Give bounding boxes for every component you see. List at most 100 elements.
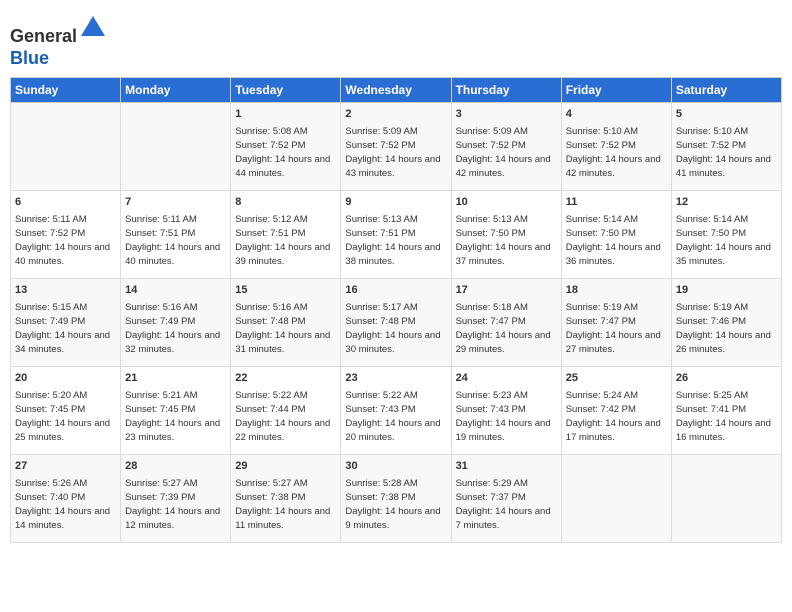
calendar-cell: 25Sunrise: 5:24 AM Sunset: 7:42 PM Dayli… [561, 367, 671, 455]
day-number: 26 [676, 371, 777, 386]
day-number: 17 [456, 283, 557, 298]
day-number: 11 [566, 195, 667, 210]
calendar-cell: 2 Sunrise: 5:09 AM Sunset: 7:52 PM Daylig… [341, 103, 451, 191]
calendar-cell: 8 Sunrise: 5:12 AM Sunset: 7:51 PM Daylig… [231, 191, 341, 279]
day-number: 2 [345, 107, 446, 122]
calendar-cell [121, 103, 231, 191]
calendar-cell: 31 Sunrise: 5:29 AM Sunset: 7:37 PM Dayli… [451, 455, 561, 543]
day-number: 3 [456, 107, 557, 122]
day-info: Sunrise: 5:26 AM Sunset: 7:40 PM Dayligh… [15, 478, 110, 531]
weekday-sunday: Sunday [11, 78, 121, 103]
day-info: Sunrise: 5:16 AM Sunset: 7:48 PM Dayligh… [235, 302, 330, 355]
calendar-cell: 13 Sunrise: 5:15 AM Sunset: 7:49 PM Dayli… [11, 279, 121, 367]
calendar-cell: 3 Sunrise: 5:09 AM Sunset: 7:52 PM Daylig… [451, 103, 561, 191]
logo: General Blue [10, 14, 107, 69]
week-row-3: 13 Sunrise: 5:15 AM Sunset: 7:49 PM Dayli… [11, 279, 782, 367]
calendar-cell [561, 455, 671, 543]
day-info: Sunrise: 5:11 AM Sunset: 7:52 PM Dayligh… [15, 214, 110, 267]
calendar-cell: 12 Sunrise: 5:14 AM Sunset: 7:50 PM Dayli… [671, 191, 781, 279]
calendar-cell [11, 103, 121, 191]
day-info: Sunrise: 5:23 AM Sunset: 7:43 PM Dayligh… [456, 390, 551, 443]
day-info: Sunrise: 5:27 AM Sunset: 7:38 PM Dayligh… [235, 478, 330, 531]
calendar-cell: 22 Sunrise: 5:22 AM Sunset: 7:44 PM Dayli… [231, 367, 341, 455]
calendar-cell: 20 Sunrise: 5:20 AM Sunset: 7:45 PM Dayli… [11, 367, 121, 455]
day-info: Sunrise: 5:18 AM Sunset: 7:47 PM Dayligh… [456, 302, 551, 355]
week-row-1: 1 Sunrise: 5:08 AM Sunset: 7:52 PM Daylig… [11, 103, 782, 191]
day-info: Sunrise: 5:10 AM Sunset: 7:52 PM Dayligh… [566, 126, 661, 179]
calendar-cell: 16Sunrise: 5:17 AM Sunset: 7:48 PM Dayli… [341, 279, 451, 367]
weekday-monday: Monday [121, 78, 231, 103]
day-number: 27 [15, 459, 116, 474]
calendar-cell: 9 Sunrise: 5:13 AM Sunset: 7:51 PM Daylig… [341, 191, 451, 279]
day-info: Sunrise: 5:19 AM Sunset: 7:46 PM Dayligh… [676, 302, 771, 355]
day-number: 8 [235, 195, 336, 210]
day-number: 20 [15, 371, 116, 386]
day-info: Sunrise: 5:14 AM Sunset: 7:50 PM Dayligh… [566, 214, 661, 267]
day-info: Sunrise: 5:27 AM Sunset: 7:39 PM Dayligh… [125, 478, 220, 531]
calendar-cell: 23 Sunrise: 5:22 AM Sunset: 7:43 PM Dayli… [341, 367, 451, 455]
calendar-cell: 27 Sunrise: 5:26 AM Sunset: 7:40 PM Dayli… [11, 455, 121, 543]
day-number: 10 [456, 195, 557, 210]
day-number: 1 [235, 107, 336, 122]
day-number: 31 [456, 459, 557, 474]
day-info: Sunrise: 5:22 AM Sunset: 7:44 PM Dayligh… [235, 390, 330, 443]
calendar-cell: 18 Sunrise: 5:19 AM Sunset: 7:47 PM Dayli… [561, 279, 671, 367]
day-info: Sunrise: 5:11 AM Sunset: 7:51 PM Dayligh… [125, 214, 220, 267]
day-info: Sunrise: 5:22 AM Sunset: 7:43 PM Dayligh… [345, 390, 440, 443]
day-number: 28 [125, 459, 226, 474]
day-number: 30 [345, 459, 446, 474]
day-number: 13 [15, 283, 116, 298]
calendar-cell: 24Sunrise: 5:23 AM Sunset: 7:43 PM Dayli… [451, 367, 561, 455]
calendar-table: SundayMondayTuesdayWednesdayThursdayFrid… [10, 77, 782, 543]
day-info: Sunrise: 5:15 AM Sunset: 7:49 PM Dayligh… [15, 302, 110, 355]
day-info: Sunrise: 5:13 AM Sunset: 7:51 PM Dayligh… [345, 214, 440, 267]
day-info: Sunrise: 5:09 AM Sunset: 7:52 PM Dayligh… [456, 126, 551, 179]
calendar-cell: 29 Sunrise: 5:27 AM Sunset: 7:38 PM Dayli… [231, 455, 341, 543]
calendar-cell: 21 Sunrise: 5:21 AM Sunset: 7:45 PM Dayli… [121, 367, 231, 455]
logo-icon [79, 14, 107, 42]
page-header: General Blue [10, 10, 782, 69]
day-number: 18 [566, 283, 667, 298]
day-info: Sunrise: 5:10 AM Sunset: 7:52 PM Dayligh… [676, 126, 771, 179]
calendar-cell: 19Sunrise: 5:19 AM Sunset: 7:46 PM Dayli… [671, 279, 781, 367]
day-info: Sunrise: 5:29 AM Sunset: 7:37 PM Dayligh… [456, 478, 551, 531]
calendar-cell: 4Sunrise: 5:10 AM Sunset: 7:52 PM Daylig… [561, 103, 671, 191]
calendar-cell: 10 Sunrise: 5:13 AM Sunset: 7:50 PM Dayli… [451, 191, 561, 279]
calendar-cell: 30 Sunrise: 5:28 AM Sunset: 7:38 PM Dayli… [341, 455, 451, 543]
day-number: 21 [125, 371, 226, 386]
week-row-2: 6Sunrise: 5:11 AM Sunset: 7:52 PM Daylig… [11, 191, 782, 279]
calendar-cell: 11 Sunrise: 5:14 AM Sunset: 7:50 PM Dayli… [561, 191, 671, 279]
day-number: 15 [235, 283, 336, 298]
calendar-cell: 17 Sunrise: 5:18 AM Sunset: 7:47 PM Dayli… [451, 279, 561, 367]
calendar-cell: 7 Sunrise: 5:11 AM Sunset: 7:51 PM Daylig… [121, 191, 231, 279]
calendar-cell [671, 455, 781, 543]
calendar-cell: 6Sunrise: 5:11 AM Sunset: 7:52 PM Daylig… [11, 191, 121, 279]
day-number: 7 [125, 195, 226, 210]
day-info: Sunrise: 5:08 AM Sunset: 7:52 PM Dayligh… [235, 126, 330, 179]
day-info: Sunrise: 5:17 AM Sunset: 7:48 PM Dayligh… [345, 302, 440, 355]
day-info: Sunrise: 5:14 AM Sunset: 7:50 PM Dayligh… [676, 214, 771, 267]
day-info: Sunrise: 5:19 AM Sunset: 7:47 PM Dayligh… [566, 302, 661, 355]
weekday-wednesday: Wednesday [341, 78, 451, 103]
day-number: 22 [235, 371, 336, 386]
calendar-cell: 14Sunrise: 5:16 AM Sunset: 7:49 PM Dayli… [121, 279, 231, 367]
day-number: 25 [566, 371, 667, 386]
weekday-thursday: Thursday [451, 78, 561, 103]
weekday-friday: Friday [561, 78, 671, 103]
day-info: Sunrise: 5:28 AM Sunset: 7:38 PM Dayligh… [345, 478, 440, 531]
day-number: 5 [676, 107, 777, 122]
day-number: 9 [345, 195, 446, 210]
day-info: Sunrise: 5:09 AM Sunset: 7:52 PM Dayligh… [345, 126, 440, 179]
logo-general: General [10, 26, 77, 46]
day-number: 29 [235, 459, 336, 474]
weekday-header-row: SundayMondayTuesdayWednesdayThursdayFrid… [11, 78, 782, 103]
calendar-cell: 5 Sunrise: 5:10 AM Sunset: 7:52 PM Daylig… [671, 103, 781, 191]
weekday-tuesday: Tuesday [231, 78, 341, 103]
day-info: Sunrise: 5:20 AM Sunset: 7:45 PM Dayligh… [15, 390, 110, 443]
logo-blue: Blue [10, 48, 49, 68]
day-info: Sunrise: 5:12 AM Sunset: 7:51 PM Dayligh… [235, 214, 330, 267]
day-info: Sunrise: 5:13 AM Sunset: 7:50 PM Dayligh… [456, 214, 551, 267]
day-number: 12 [676, 195, 777, 210]
day-info: Sunrise: 5:21 AM Sunset: 7:45 PM Dayligh… [125, 390, 220, 443]
day-number: 23 [345, 371, 446, 386]
